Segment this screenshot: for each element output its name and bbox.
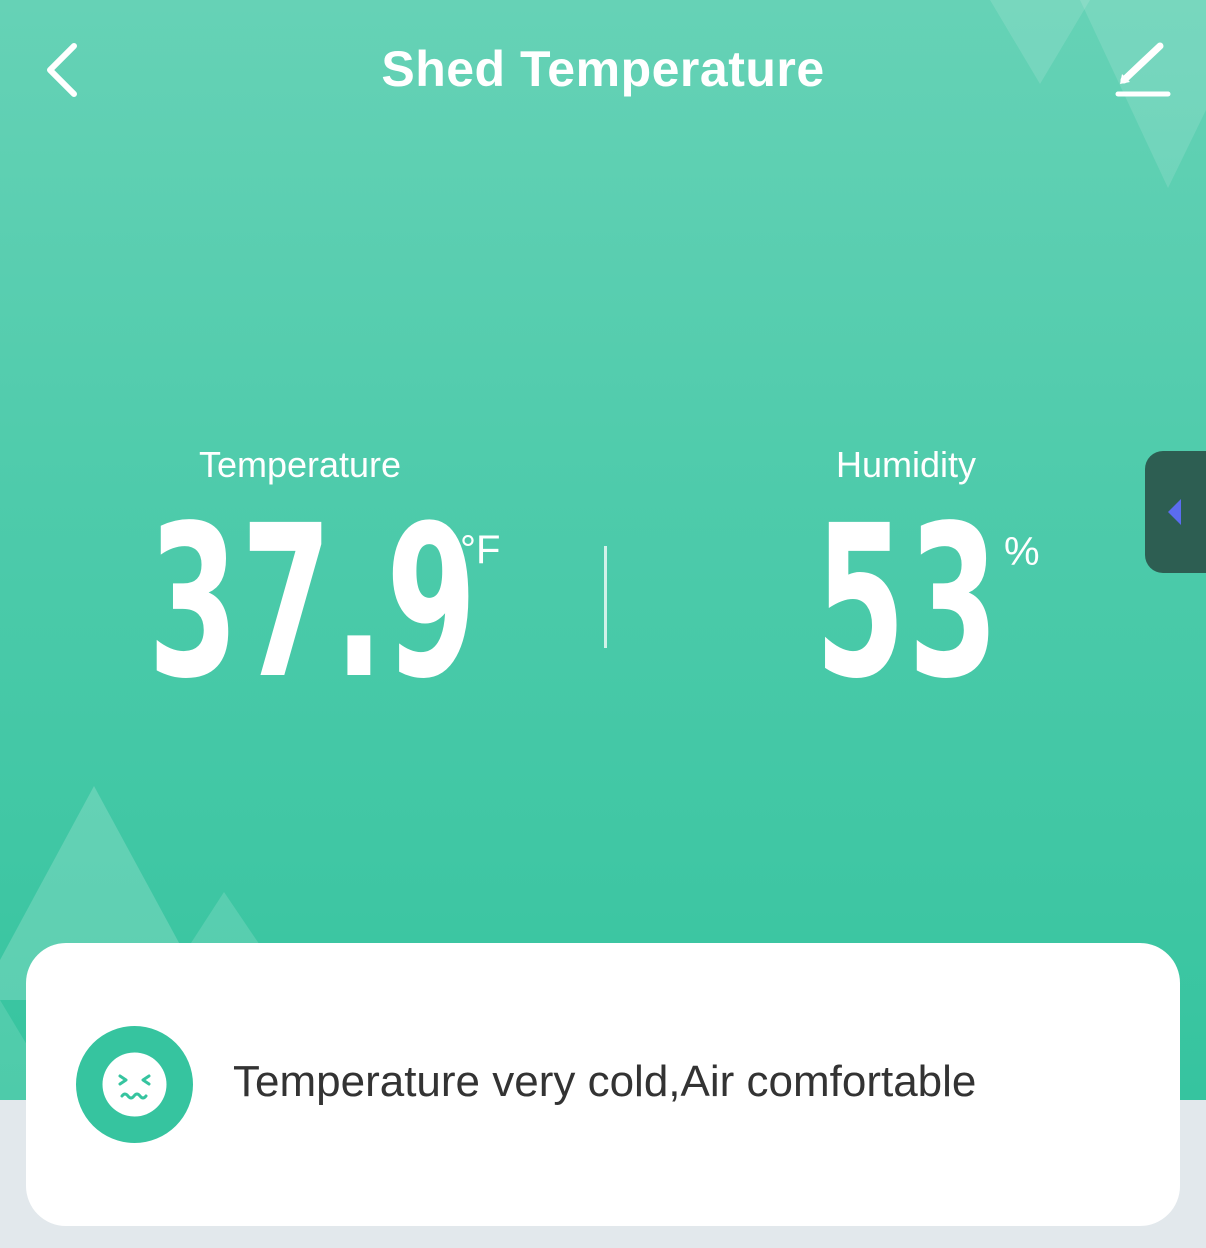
temperature-unit: °F	[460, 528, 501, 572]
humidity-unit: %	[1004, 530, 1040, 574]
status-badge	[76, 1026, 193, 1143]
edit-button[interactable]	[1110, 38, 1176, 100]
page-title: Shed Temperature	[381, 41, 825, 97]
caret-left-icon	[1168, 499, 1181, 525]
cold-face-icon	[102, 1052, 167, 1117]
readings-divider	[604, 546, 607, 648]
humidity-value: 53	[815, 480, 1002, 725]
side-panel-toggle[interactable]	[1145, 451, 1206, 573]
temperature-value: 37.9	[148, 480, 480, 725]
status-card: Temperature very cold,Air comfortable	[26, 943, 1180, 1226]
status-message: Temperature very cold,Air comfortable	[233, 1057, 977, 1106]
pencil-icon	[1115, 42, 1171, 97]
hero-panel: Shed Temperature Temperature 37.9 °F Hum…	[0, 0, 1206, 1100]
screen: Shed Temperature Temperature 37.9 °F Hum…	[0, 0, 1206, 1248]
